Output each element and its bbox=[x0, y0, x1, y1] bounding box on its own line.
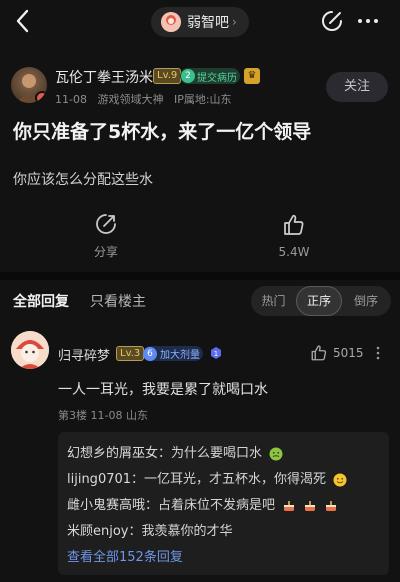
author-avatar[interactable] bbox=[11, 67, 47, 103]
cake-emoji-icon bbox=[305, 500, 316, 511]
sort-toggle: 热门 正序 倒序 bbox=[251, 286, 391, 316]
forum-avatar-icon bbox=[161, 12, 181, 32]
share-icon bbox=[96, 214, 116, 234]
post-body: 你应该怎么分配这些水 bbox=[13, 172, 153, 188]
author-title: 游戏领域大神 bbox=[97, 93, 164, 106]
cake-emoji-icon bbox=[284, 500, 295, 511]
level-badge: Lv.9 bbox=[153, 68, 182, 84]
reply-text: ：一亿耳光，才五杯水，你得渴死 bbox=[131, 472, 327, 487]
reply-item[interactable]: lijing0701：一亿耳光，才五杯水，你得渴死 bbox=[67, 468, 379, 494]
top-bar: 弱智吧 › bbox=[0, 0, 400, 44]
tag-number: 2 bbox=[181, 69, 195, 83]
forum-name: 弱智吧 bbox=[187, 15, 229, 31]
post-title: 你只准备了5杯水，来了一亿个领导 bbox=[13, 121, 312, 143]
commenter-level-badge: Lv.3 bbox=[116, 346, 145, 361]
commenter-tag: 6 加大剂量 bbox=[143, 346, 203, 361]
tag-text: 提交病历 bbox=[197, 72, 237, 84]
like-count: 5.4W bbox=[278, 245, 310, 259]
forum-link[interactable]: 弱智吧 › bbox=[151, 7, 249, 37]
follow-button[interactable]: 关注 bbox=[326, 72, 388, 102]
sort-ascending[interactable]: 正序 bbox=[296, 286, 342, 316]
section-divider bbox=[0, 272, 400, 280]
like-button[interactable]: 5.4W bbox=[272, 213, 316, 259]
smile-emoji-icon bbox=[333, 473, 347, 486]
reply-author[interactable]: lijing0701 bbox=[67, 472, 131, 487]
commenter-tag-number: 6 bbox=[143, 346, 157, 361]
sort-hot[interactable]: 热门 bbox=[251, 286, 296, 316]
ip-location: IP属地:山东 bbox=[173, 93, 232, 106]
reply-author[interactable]: 米顾enjoy bbox=[67, 524, 129, 539]
post-date: 11-08 bbox=[55, 93, 87, 106]
svg-text:1: 1 bbox=[214, 350, 218, 358]
comment-more-icon[interactable] bbox=[373, 346, 383, 360]
view-all-replies-link[interactable]: 查看全部152条回复 bbox=[67, 546, 379, 565]
comment-meta: 第3楼 11-08 山东 bbox=[58, 409, 148, 422]
commenter-name[interactable]: 归寻碎梦 bbox=[58, 345, 110, 364]
reply-item[interactable]: 雌小鬼赛高哦：占着床位不发病是吧 bbox=[67, 494, 379, 520]
comment-like-button[interactable]: 5015 bbox=[310, 344, 364, 362]
reply-author[interactable]: 幻想乡的屑巫女 bbox=[67, 446, 158, 461]
medal-icon: 1 bbox=[211, 347, 221, 359]
more-button[interactable] bbox=[356, 11, 380, 31]
sort-descending[interactable]: 倒序 bbox=[343, 286, 389, 316]
edit-icon bbox=[322, 11, 342, 31]
reply-item[interactable]: 幻想乡的屑巫女：为什么要喝口水 bbox=[67, 442, 379, 468]
reply-text: ：我羡慕你的才华 bbox=[128, 524, 233, 539]
tab-op-only[interactable]: 只看楼主 bbox=[90, 291, 146, 311]
chevron-left-icon bbox=[16, 9, 29, 33]
edit-button[interactable] bbox=[320, 9, 344, 33]
reply-text: ：为什么要喝口水 bbox=[158, 446, 263, 461]
author-tag: 2 提交病历 bbox=[180, 68, 240, 84]
commenter-tag-text: 加大剂量 bbox=[160, 350, 200, 361]
share-button[interactable]: 分享 bbox=[86, 213, 126, 260]
reply-text: ：占着床位不发病是吧 bbox=[145, 498, 276, 513]
thumbs-up-icon bbox=[311, 345, 327, 361]
more-dots-icon bbox=[358, 19, 378, 23]
chevron-right-icon: › bbox=[232, 15, 237, 29]
thumbs-up-icon bbox=[284, 214, 304, 235]
cake-emoji-icon bbox=[326, 500, 337, 511]
commenter-avatar[interactable] bbox=[11, 331, 49, 369]
sick-face-emoji-icon bbox=[269, 447, 283, 460]
comment-text: 一人一耳光，我要是累了就喝口水 bbox=[58, 382, 268, 398]
reply-author[interactable]: 雌小鬼赛高哦 bbox=[67, 498, 145, 513]
author-name[interactable]: 瓦伦丁拳王汤米 bbox=[55, 67, 153, 87]
back-button[interactable] bbox=[12, 8, 36, 34]
avatar-badge-icon bbox=[35, 91, 47, 103]
reply-item[interactable]: 米顾enjoy：我羡慕你的才华 bbox=[67, 520, 379, 546]
gold-medal-icon: ♛ bbox=[244, 68, 260, 84]
comment-like-count: 5015 bbox=[333, 346, 364, 360]
author-meta: 11-08 游戏领域大神 IP属地:山东 bbox=[55, 91, 232, 107]
share-label: 分享 bbox=[93, 245, 118, 259]
reply-box[interactable]: 幻想乡的屑巫女：为什么要喝口水 lijing0701：一亿耳光，才五杯水，你得渴… bbox=[58, 432, 389, 575]
tab-all-replies[interactable]: 全部回复 bbox=[13, 291, 69, 311]
